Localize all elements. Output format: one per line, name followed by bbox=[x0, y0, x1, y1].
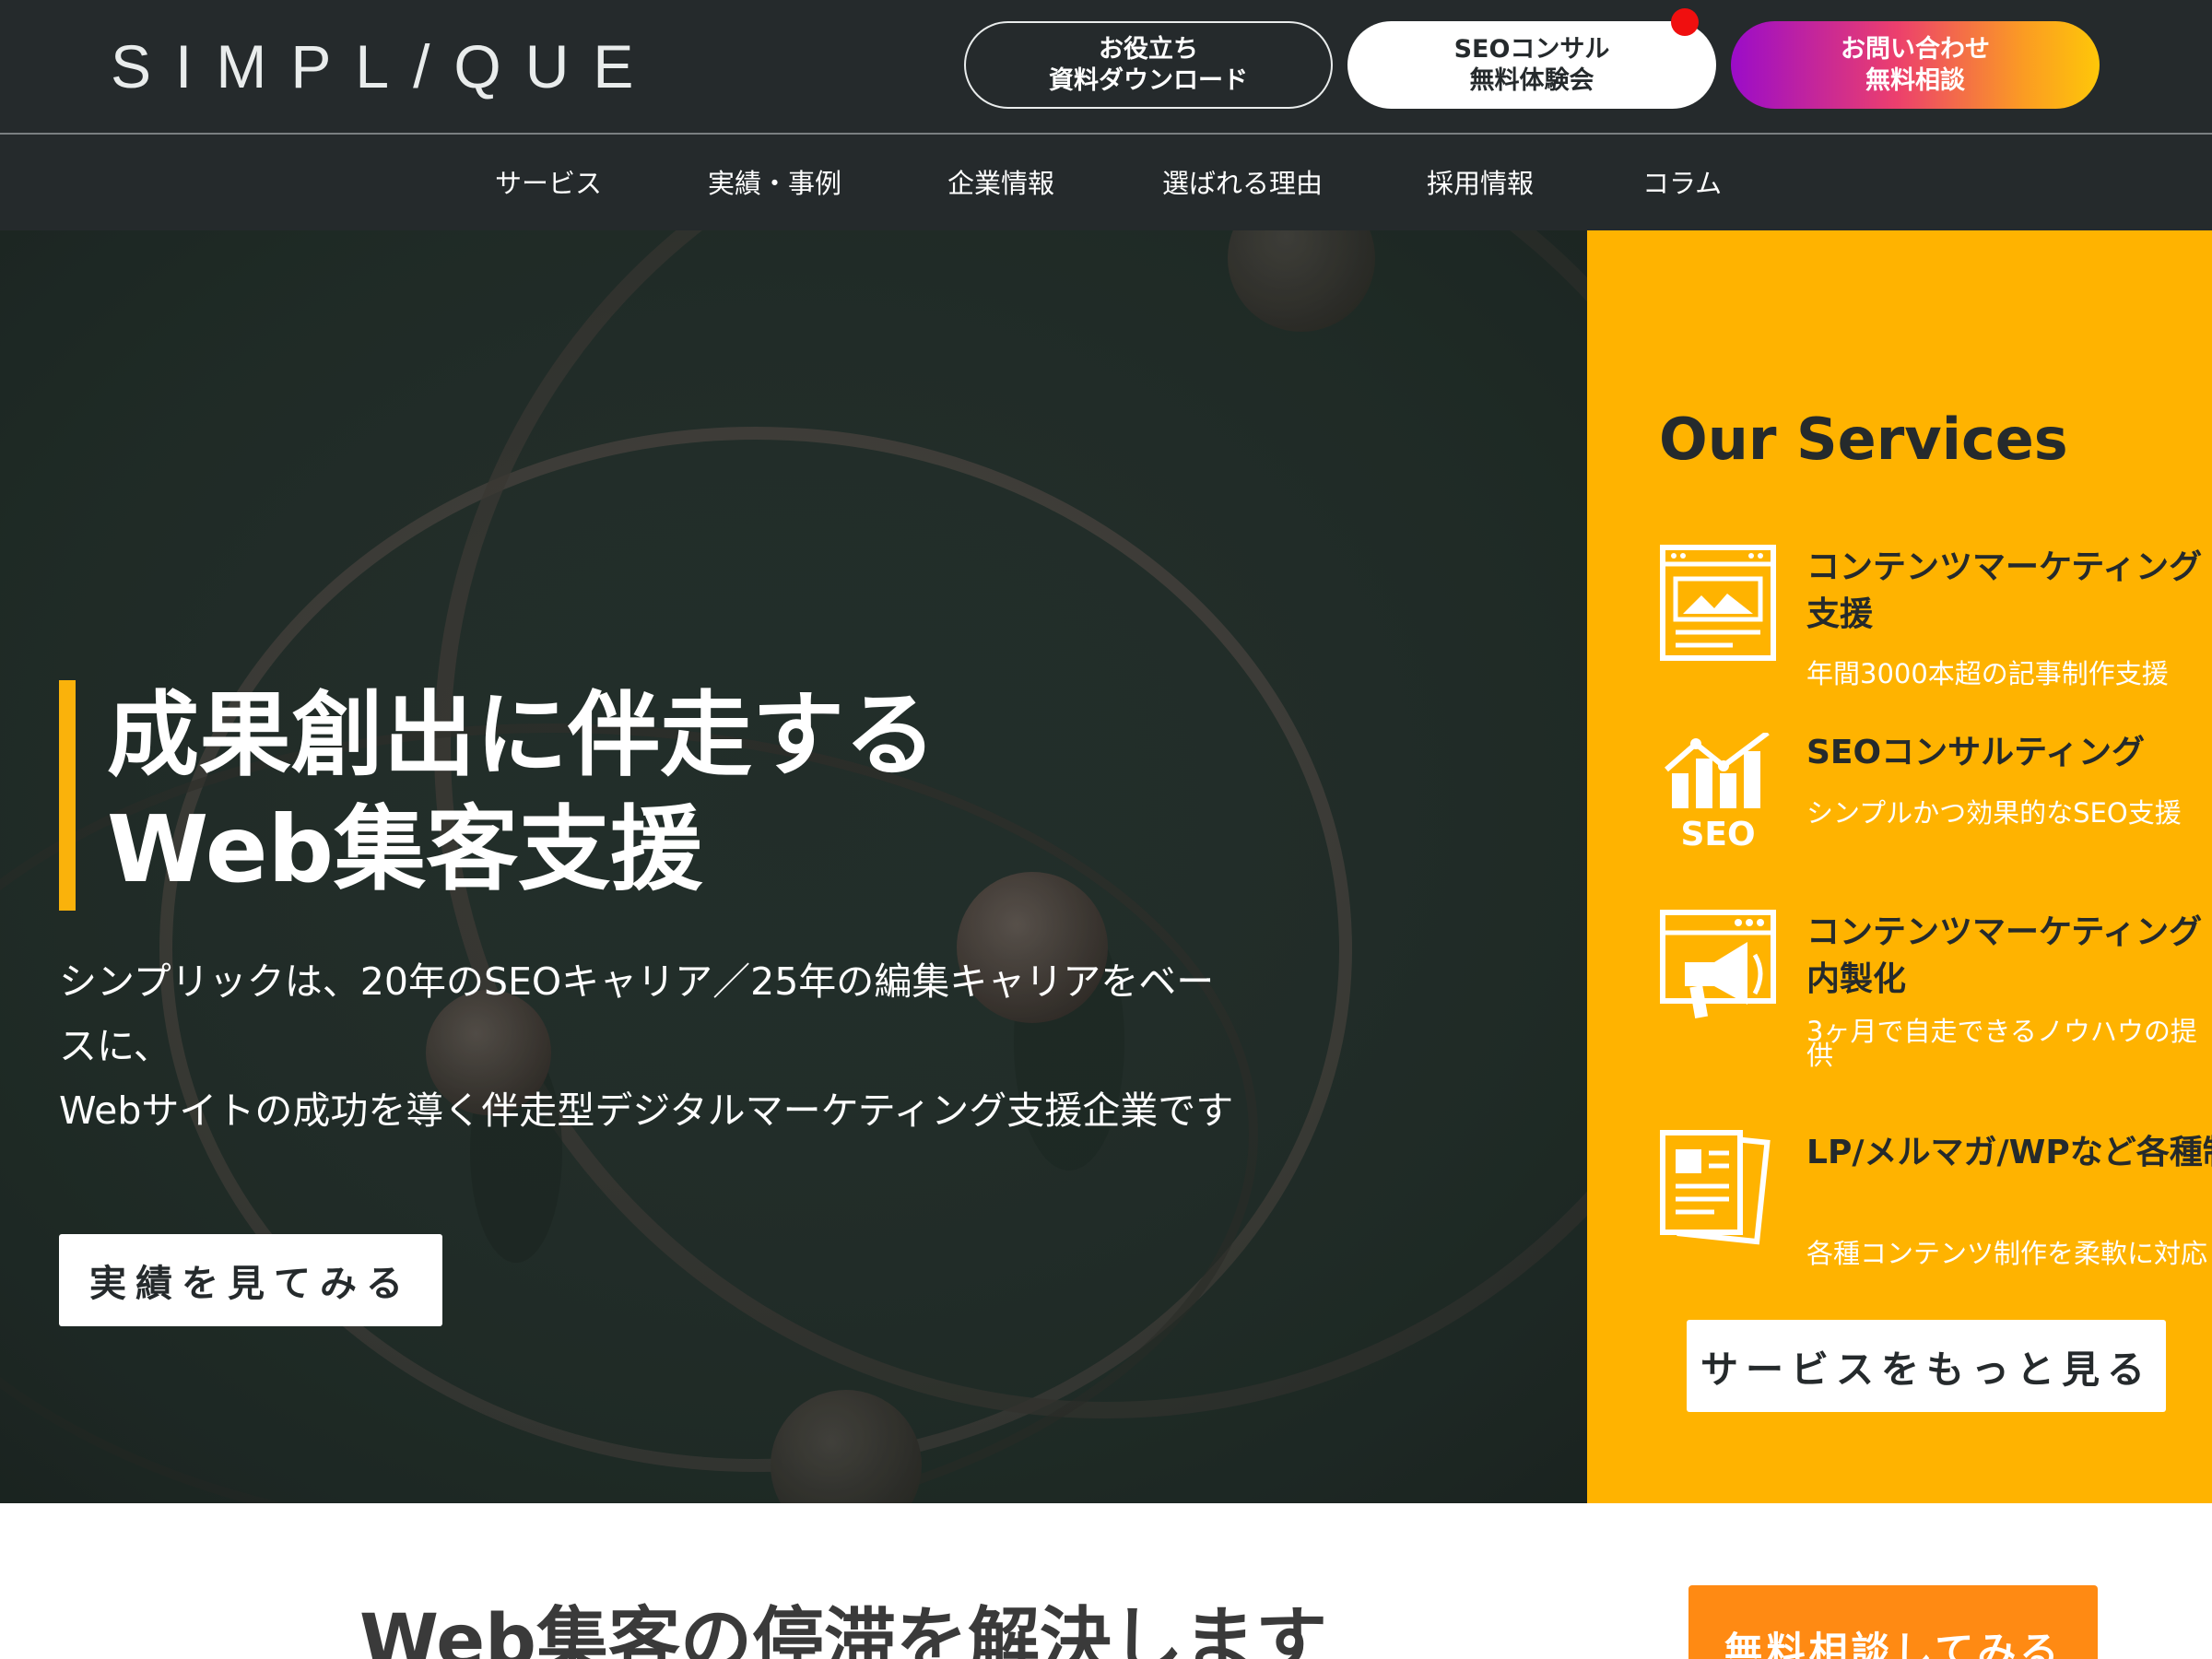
hero-desc-line1: シンプリックは、20年のSEOキャリア／25年の編集キャリアをベー bbox=[59, 959, 1215, 1004]
nav-item-column[interactable]: コラム bbox=[1642, 162, 1722, 201]
site-logo[interactable]: SIMPL/QUE bbox=[111, 31, 657, 101]
hero-description: シンプリックは、20年のSEOキャリア／25年の編集キャリアをベー スに、 We… bbox=[59, 949, 1349, 1143]
service-subtitle: シンプルかつ効果的なSEO支援 bbox=[1806, 797, 2182, 829]
contact-button-line2: 無料相談 bbox=[1865, 65, 1965, 95]
browser-image-icon bbox=[1660, 545, 1776, 661]
section-title: Web集客の停滞を解決します bbox=[359, 1600, 1327, 1659]
service-subtitle: 年間3000本超の記事制作支援 bbox=[1806, 658, 2169, 689]
download-button-line1: お役立ち bbox=[1099, 34, 1198, 64]
service-subtitle: 3ヶ月で自走できるノウハウの提供 bbox=[1806, 1016, 2197, 1071]
hero-section: 成果創出に伴走する Web集客支援 シンプリックは、20年のSEOキャリア／25… bbox=[0, 230, 1587, 1503]
nav-item-reasons[interactable]: 選ばれる理由 bbox=[1162, 162, 1323, 201]
hero-title-line1: 成果創出に伴走する bbox=[107, 681, 936, 789]
seo-button-line1: SEOコンサル bbox=[1453, 34, 1610, 64]
seo-icon-label: SEO bbox=[1680, 816, 1755, 851]
contact-button-line1: お問い合わせ bbox=[1841, 34, 1990, 64]
services-heading: Our Services bbox=[1659, 406, 2068, 473]
service-title: SEOコンサルティング bbox=[1806, 734, 2145, 771]
download-button-line2: 資料ダウンロード bbox=[1049, 65, 1248, 95]
nav-item-results[interactable]: 実績・事例 bbox=[708, 162, 841, 201]
more-services-button[interactable]: サービスをもっと見る bbox=[1687, 1320, 2166, 1412]
hero-title: 成果創出に伴走する Web集客支援 bbox=[107, 678, 936, 907]
seo-button-line2: 無料体験会 bbox=[1469, 65, 1594, 95]
service-title: コンテンツマーケティング内製化 bbox=[1806, 913, 2203, 998]
free-consultation-button[interactable]: 無料相談してみる bbox=[1688, 1585, 2098, 1659]
nav-item-services[interactable]: サービス bbox=[495, 162, 602, 201]
notification-dot bbox=[1671, 8, 1699, 36]
service-subtitle: 各種コンテンツ制作を柔軟に対応 bbox=[1806, 1238, 2208, 1269]
documents-icon bbox=[1660, 1130, 1771, 1245]
view-results-button[interactable]: 実績を見てみる bbox=[59, 1234, 442, 1326]
hero-accent-bar bbox=[59, 680, 76, 911]
services-panel: Our Services コンテンツマーケティング支援 年間3000本超の記事制… bbox=[1587, 230, 2212, 1503]
contact-button[interactable]: お問い合わせ 無料相談 bbox=[1731, 21, 2100, 109]
seo-trial-button[interactable]: SEOコンサル 無料体験会 bbox=[1347, 21, 1716, 109]
nav-item-company[interactable]: 企業情報 bbox=[947, 162, 1054, 201]
hero-title-line2: Web集客支援 bbox=[107, 795, 703, 903]
service-title: コンテンツマーケティング支援 bbox=[1806, 548, 2203, 633]
main-nav: サービス 実績・事例 企業情報 選ばれる理由 採用情報 コラム bbox=[0, 135, 2212, 230]
download-materials-button[interactable]: お役立ち 資料ダウンロード bbox=[964, 21, 1333, 109]
nav-item-recruit[interactable]: 採用情報 bbox=[1427, 162, 1534, 201]
service-title: LP/メルマガ/WPなど各種制作 bbox=[1806, 1134, 2212, 1171]
hero-desc-line2: スに、 bbox=[59, 1024, 171, 1068]
seo-chart-icon: SEO bbox=[1665, 733, 1770, 851]
hero-desc-line3: Webサイトの成功を導く伴走型デジタルマーケティング支援企業です bbox=[59, 1088, 1234, 1133]
megaphone-icon bbox=[1660, 910, 1776, 1018]
site-header: SIMPL/QUE お役立ち 資料ダウンロード SEOコンサル 無料体験会 お問… bbox=[0, 0, 2212, 133]
